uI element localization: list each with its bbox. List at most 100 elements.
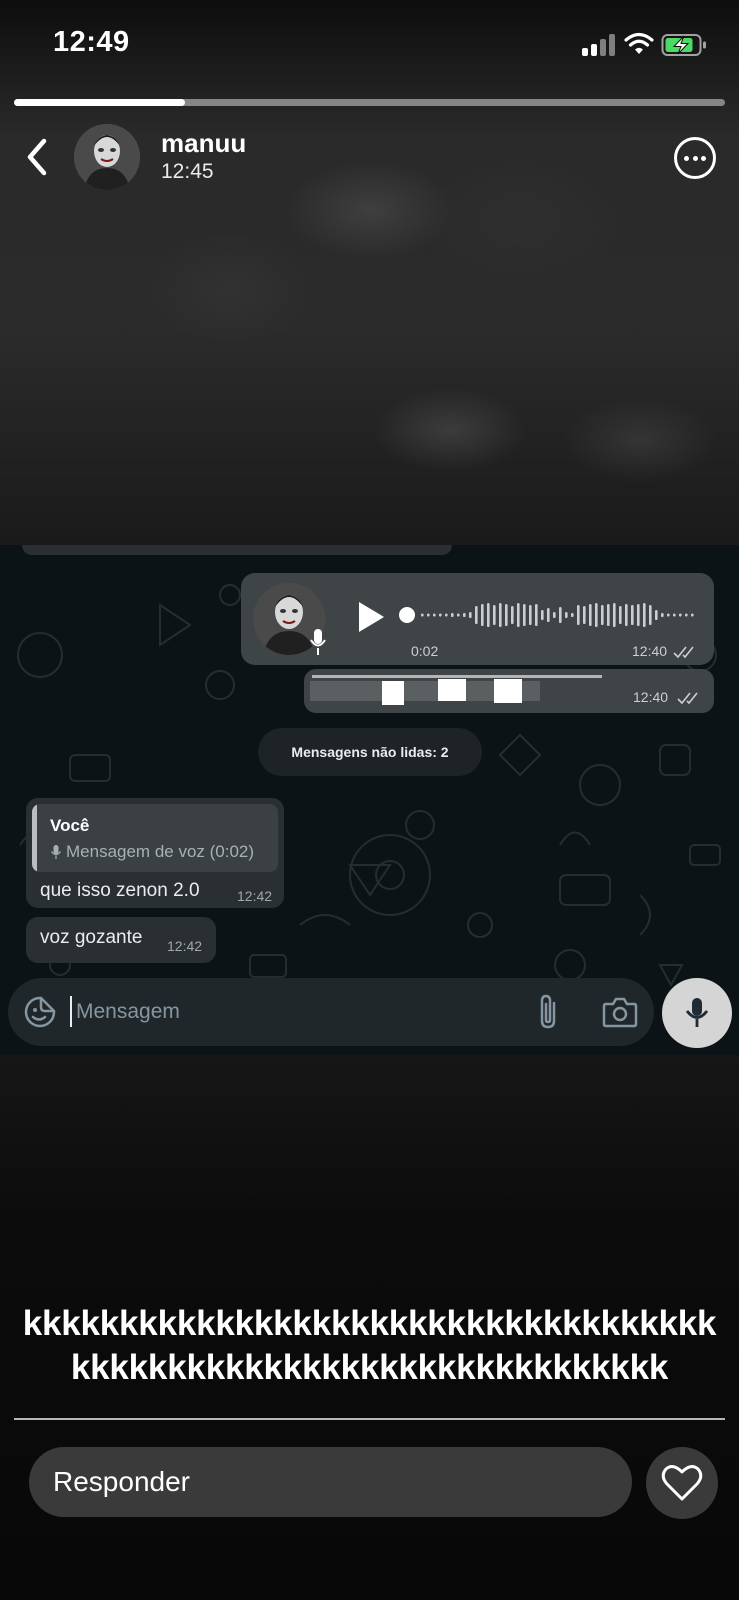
waveform-bar	[493, 605, 496, 625]
paperclip-icon[interactable]	[535, 993, 561, 1031]
mic-icon	[51, 845, 61, 859]
record-voice-button[interactable]	[662, 978, 732, 1048]
waveform-bar	[565, 612, 568, 618]
waveform-bar	[541, 610, 544, 620]
quote-preview: Mensagem de voz (0:02)	[50, 842, 254, 862]
message-text: que isso zenon 2.0	[40, 880, 200, 901]
waveform-bar	[547, 608, 550, 622]
reply-box	[29, 1447, 632, 1517]
sticker-icon[interactable]	[24, 996, 56, 1028]
censor-mark	[312, 675, 602, 678]
waveform-bar	[661, 613, 664, 617]
waveform-bar	[613, 603, 616, 627]
camera-icon[interactable]	[602, 995, 638, 1029]
cellular-signal-icon	[582, 34, 618, 56]
waveform-bar	[469, 612, 472, 618]
waveform-bar	[475, 606, 478, 624]
story-username[interactable]: manuu	[161, 128, 246, 159]
waveform-bar	[463, 613, 466, 617]
battery-charging-icon	[661, 34, 706, 56]
waveform-bar	[529, 605, 532, 625]
waveform-bar	[505, 604, 508, 626]
chat-input-bar	[8, 978, 654, 1046]
waveform-bar	[577, 605, 580, 625]
waveform-bar	[691, 613, 694, 617]
play-icon[interactable]	[355, 599, 387, 635]
waveform-bar	[535, 604, 538, 626]
caption-divider	[14, 1418, 725, 1420]
message-time: 12:42	[237, 888, 273, 904]
waveform-bar	[433, 613, 436, 617]
story-progress-bar	[14, 99, 725, 106]
waveform-bar	[625, 604, 628, 626]
waveform-bar	[643, 603, 646, 627]
waveform-bar	[667, 613, 670, 617]
waveform-bar	[559, 607, 562, 623]
waveform-bar	[631, 605, 634, 625]
status-time: 12:49	[53, 26, 130, 58]
waveform-bar	[445, 613, 448, 617]
story-progress-fill	[14, 99, 185, 106]
story-caption: kkkkkkkkkkkkkkkkkkkkkkkkkkkkkkkkkkkkkkkk…	[22, 1304, 717, 1387]
message-input[interactable]	[76, 990, 496, 1034]
censor-mark	[382, 681, 404, 705]
waveform-bar	[517, 603, 520, 627]
waveform-bar	[595, 603, 598, 627]
incoming-message-bubble[interactable]: voz gozante 12:42	[26, 917, 216, 963]
story-avatar[interactable]	[74, 124, 140, 190]
waveform-bar	[451, 613, 454, 617]
quote-author: Você	[50, 816, 90, 835]
heart-icon	[661, 1465, 703, 1501]
waveform-bar	[589, 604, 592, 626]
waveform-bar	[553, 612, 556, 618]
censored-message-bubble[interactable]: 12:40	[304, 669, 714, 713]
message-time: 12:42	[167, 938, 203, 954]
waveform-bar	[619, 606, 622, 624]
waveform-bar	[523, 604, 526, 626]
chat-screenshot: 0:02 12:40 12:40 Mensagens não lidas: 2 …	[0, 545, 739, 1055]
voice-message-time: 12:40	[632, 643, 668, 659]
wifi-icon	[624, 32, 654, 54]
quote-accent-bar	[32, 804, 37, 872]
waveform-bar	[607, 604, 610, 626]
reply-input[interactable]	[53, 1459, 613, 1505]
story-timestamp: 12:45	[161, 160, 214, 183]
waveform-bar	[637, 604, 640, 626]
status-bar: 12:49	[0, 0, 739, 90]
waveform-bar	[685, 613, 688, 617]
waveform-bar	[487, 603, 490, 627]
text-caret	[70, 996, 72, 1027]
waveform-bar	[457, 613, 460, 617]
waveform-bar	[499, 603, 502, 627]
censored-message-time: 12:40	[633, 689, 669, 705]
like-button[interactable]	[646, 1447, 718, 1519]
waveform-bar	[679, 613, 682, 617]
waveform-bar	[439, 613, 442, 617]
read-ticks-icon	[673, 646, 694, 659]
waveform-bar	[601, 605, 604, 625]
censor-mark	[438, 679, 466, 701]
waveform-bar	[511, 606, 514, 624]
incoming-message-bubble[interactable]: Você Mensagem de voz (0:02) que isso zen…	[26, 798, 284, 908]
mic-icon	[310, 629, 326, 655]
waveform-bar	[571, 613, 574, 617]
waveform-bar	[427, 613, 430, 617]
previous-message-bubble	[22, 545, 452, 555]
mic-icon	[685, 998, 709, 1027]
waveform-bar	[655, 610, 658, 620]
waveform-bar	[421, 613, 424, 617]
waveform-bar	[481, 604, 484, 626]
voice-waveform[interactable]	[399, 595, 699, 635]
more-options-button[interactable]	[674, 137, 716, 179]
voice-duration: 0:02	[411, 643, 439, 659]
unread-messages-divider: Mensagens não lidas: 2	[258, 728, 482, 776]
read-ticks-icon	[677, 692, 698, 705]
waveform-bar	[649, 605, 652, 625]
waveform-bar	[673, 613, 676, 617]
censor-mark	[494, 679, 522, 703]
waveform-bar	[583, 606, 586, 624]
back-button[interactable]	[22, 135, 54, 179]
message-text: voz gozante	[40, 927, 143, 948]
voice-message-bubble[interactable]: 0:02 12:40	[241, 573, 714, 665]
quoted-message[interactable]: Você Mensagem de voz (0:02)	[32, 804, 278, 872]
